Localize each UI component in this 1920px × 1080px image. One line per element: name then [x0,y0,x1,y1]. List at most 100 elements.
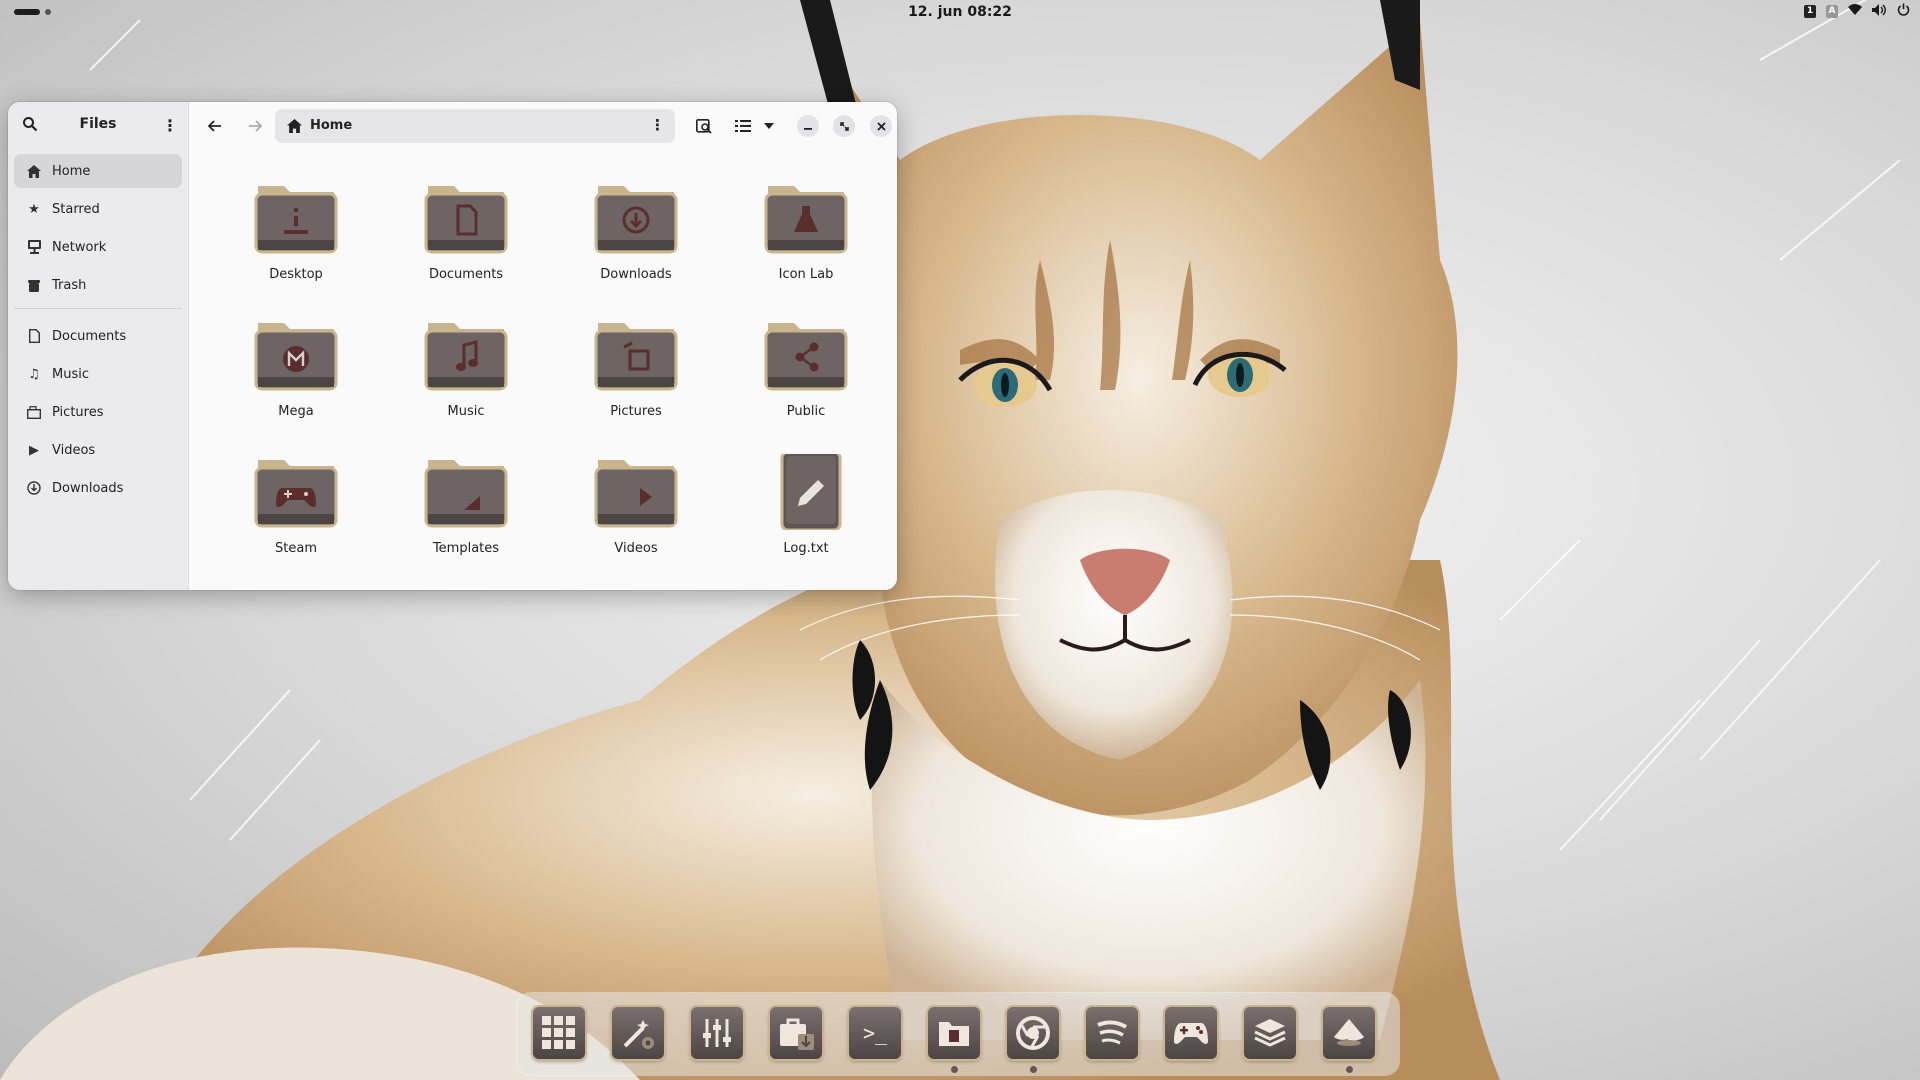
view-list-button[interactable] [731,114,755,138]
dock-files[interactable] [928,1007,980,1059]
software-store-icon [780,1018,814,1050]
chevron-down-icon [764,123,774,129]
minimize-button[interactable] [797,115,819,137]
sidebar-item-label: Trash [52,277,87,293]
maximize-button[interactable] [833,115,855,137]
dock-terminal[interactable]: >_ [849,1007,901,1059]
spotify-icon [1097,1020,1128,1045]
dock: >_ [517,993,1399,1075]
keyboard-layout-indicator[interactable]: A [1826,5,1838,18]
grid-item-pictures[interactable]: Pictures [551,317,701,437]
arrow-right-icon [249,120,262,132]
sidebar-item-trash[interactable]: Trash [14,268,182,302]
view-options-button[interactable] [757,114,781,138]
grid-item-downloads[interactable]: Downloads [551,180,701,300]
close-icon [876,121,886,131]
grid-item-public[interactable]: Public [721,317,871,437]
folder-template-icon [424,460,508,528]
grid-item-music[interactable]: Music [381,317,531,437]
close-button[interactable] [870,115,892,137]
grid-item-label: Documents [428,267,504,282]
sidebar-item-starred[interactable]: ★ Starred [14,192,182,226]
clock[interactable]: 12. jun 08:22 [0,4,1920,20]
grid-item-label: Mega [278,404,314,419]
sidebar-item-home[interactable]: Home [14,154,182,188]
vertical-dots-icon: ⋮ [162,116,178,135]
grid-item-label: Log.txt [783,541,829,556]
grid-item-videos[interactable]: Videos [551,454,701,574]
folder-downloads-icon [594,186,678,254]
grid-item-label: Pictures [610,404,662,419]
path-bar[interactable]: Home ⋮ [275,109,675,143]
running-indicator [1346,1066,1353,1073]
folder-play-icon [594,460,678,528]
grid-item-mega[interactable]: Mega [211,317,361,437]
dock-inkscape[interactable] [1323,1007,1375,1059]
download-icon [26,480,42,496]
maximize-icon [839,121,849,131]
arrow-left-icon [208,120,221,132]
dock-spotify[interactable] [1086,1007,1138,1059]
dock-layers[interactable] [1244,1007,1296,1059]
volume-icon[interactable] [1872,3,1887,20]
sidebar-item-label: Videos [52,442,96,458]
grid-item-label: Videos [614,541,658,556]
play-icon: ▶ [29,442,39,458]
folder-music-icon [424,323,508,391]
home-icon [287,118,302,137]
top-bar: 12. jun 08:22 1 A [0,0,1920,26]
grid-item-icon-lab[interactable]: Icon Lab [721,180,871,300]
grid-item-label: Templates [432,541,500,556]
grid-item-desktop[interactable]: Desktop [211,180,361,300]
sidebar-item-downloads[interactable]: Downloads [14,471,182,505]
layers-icon [1254,1019,1286,1047]
sidebar-places: Home ★ Starred Network Trash Documents ♫… [14,154,182,509]
grid-item-documents[interactable]: Documents [381,180,531,300]
path-segment-home[interactable]: Home [310,118,352,133]
search-in-folder-button[interactable] [692,114,716,138]
forward-button[interactable] [243,114,267,138]
dock-mixer[interactable] [691,1007,743,1059]
back-button[interactable] [203,114,227,138]
files-window: Files ⋮ Home ★ Starred Network Trash Doc… [8,102,897,590]
grid-item-steam[interactable]: Steam [211,454,361,574]
folder-mega-icon [254,323,338,391]
system-tray[interactable]: 1 A [1804,3,1910,20]
main-menu-button[interactable]: ⋮ [160,116,180,136]
folder-share-icon [764,323,848,391]
grid-item-templates[interactable]: Templates [381,454,531,574]
power-icon[interactable] [1897,3,1910,20]
sidebar-header: Files ⋮ [8,102,188,148]
sidebar-divider [14,308,182,309]
wifi-icon[interactable] [1848,3,1862,20]
dock-software[interactable] [770,1007,822,1059]
document-icon [26,328,42,344]
sidebar-item-videos[interactable]: ▶ Videos [14,433,182,467]
gamepad-icon [1174,1023,1208,1044]
magic-wand-settings-icon [623,1020,654,1049]
sidebar-item-label: Documents [52,328,127,344]
folder-flask-icon [764,186,848,254]
sidebar-item-label: Network [52,239,107,255]
sidebar-item-music[interactable]: ♫ Music [14,357,182,391]
grid-item-log-txt[interactable]: Log.txt [721,454,871,574]
sidebar-item-documents[interactable]: Documents [14,319,182,353]
workspace-number-indicator[interactable]: 1 [1804,5,1816,18]
text-file-icon [780,454,842,530]
sidebar-item-label: Home [52,163,91,179]
pictures-icon [26,404,42,420]
dock-app-grid[interactable] [533,1007,585,1059]
sidebar-item-pictures[interactable]: Pictures [14,395,182,429]
dock-games[interactable] [1165,1007,1217,1059]
path-menu-button[interactable]: ⋮ [650,116,665,134]
home-icon [26,163,42,179]
folder-pictures-icon [594,323,678,391]
chrome-browser-icon [1016,1016,1050,1050]
dock-chrome[interactable] [1007,1007,1059,1059]
dock-tweaks[interactable] [612,1007,664,1059]
sidebar-item-network[interactable]: Network [14,230,182,264]
grid-item-label: Desktop [269,267,323,282]
mixer-sliders-icon [703,1019,731,1047]
music-icon: ♫ [28,366,40,382]
grid-item-label: Steam [275,541,317,556]
